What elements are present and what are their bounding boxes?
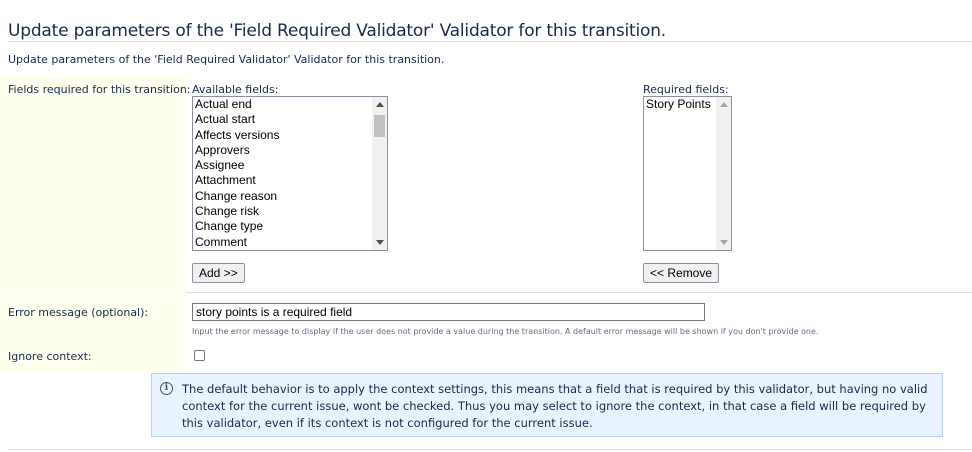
scroll-thumb[interactable] [374,115,385,137]
available-field-option[interactable]: Change reason [195,189,371,204]
available-field-option[interactable]: Approvers [195,143,371,158]
available-fields-scrollbar[interactable] [372,97,387,250]
available-field-option[interactable]: Actual end [195,97,371,112]
scroll-up-arrow-icon[interactable] [376,102,384,107]
available-fields-items: Actual end Actual start Affects versions Ap… [195,97,371,250]
error-message-input[interactable] [192,303,705,321]
info-icon: i [160,382,173,395]
ignore-context-checkbox[interactable] [194,350,205,361]
available-field-option[interactable]: Actual start [195,112,371,127]
available-field-option[interactable]: Attachment [195,173,371,188]
available-fields-label: Available fields: [192,83,279,96]
scroll-up-arrow-icon[interactable] [720,102,728,107]
available-field-option[interactable]: Assignee [195,158,371,173]
label-column-background [0,76,186,292]
ignore-context-label: Ignore context: [8,350,92,363]
required-fields-items: Story Points [646,97,715,112]
required-fields-label: Required fields: [643,83,729,96]
required-field-option[interactable]: Story Points [646,97,715,112]
available-field-option[interactable]: Change type [195,219,371,234]
scroll-down-arrow-icon[interactable] [376,240,384,245]
remove-field-button[interactable]: << Remove [643,263,720,283]
available-field-option[interactable]: Change risk [195,204,371,219]
error-message-label: Error message (optional): [8,306,149,319]
page-subtitle: Update parameters of the 'Field Required… [8,53,445,66]
available-field-option[interactable]: Affects versions [195,128,371,143]
info-message-text: The default behavior is to apply the con… [182,382,928,430]
validator-config-page: Update parameters of the 'Field Required… [0,0,972,452]
required-fields-listbox[interactable]: Story Points [643,96,732,251]
required-fields-scrollbar[interactable] [716,97,731,250]
bottom-divider [8,449,972,450]
add-field-button[interactable]: Add >> [192,263,245,283]
scroll-down-arrow-icon[interactable] [720,240,728,245]
info-message-box: i The default behavior is to apply the c… [151,373,943,437]
section-divider [186,292,972,293]
title-divider [8,41,972,42]
error-message-help: Input the error message to display if th… [192,327,819,336]
available-fields-listbox[interactable]: Actual end Actual start Affects versions Ap… [192,96,388,251]
page-title: Update parameters of the 'Field Required… [8,21,667,41]
fields-required-label: Fields required for this transition: [8,83,191,96]
available-field-option[interactable]: Comment [195,235,371,250]
